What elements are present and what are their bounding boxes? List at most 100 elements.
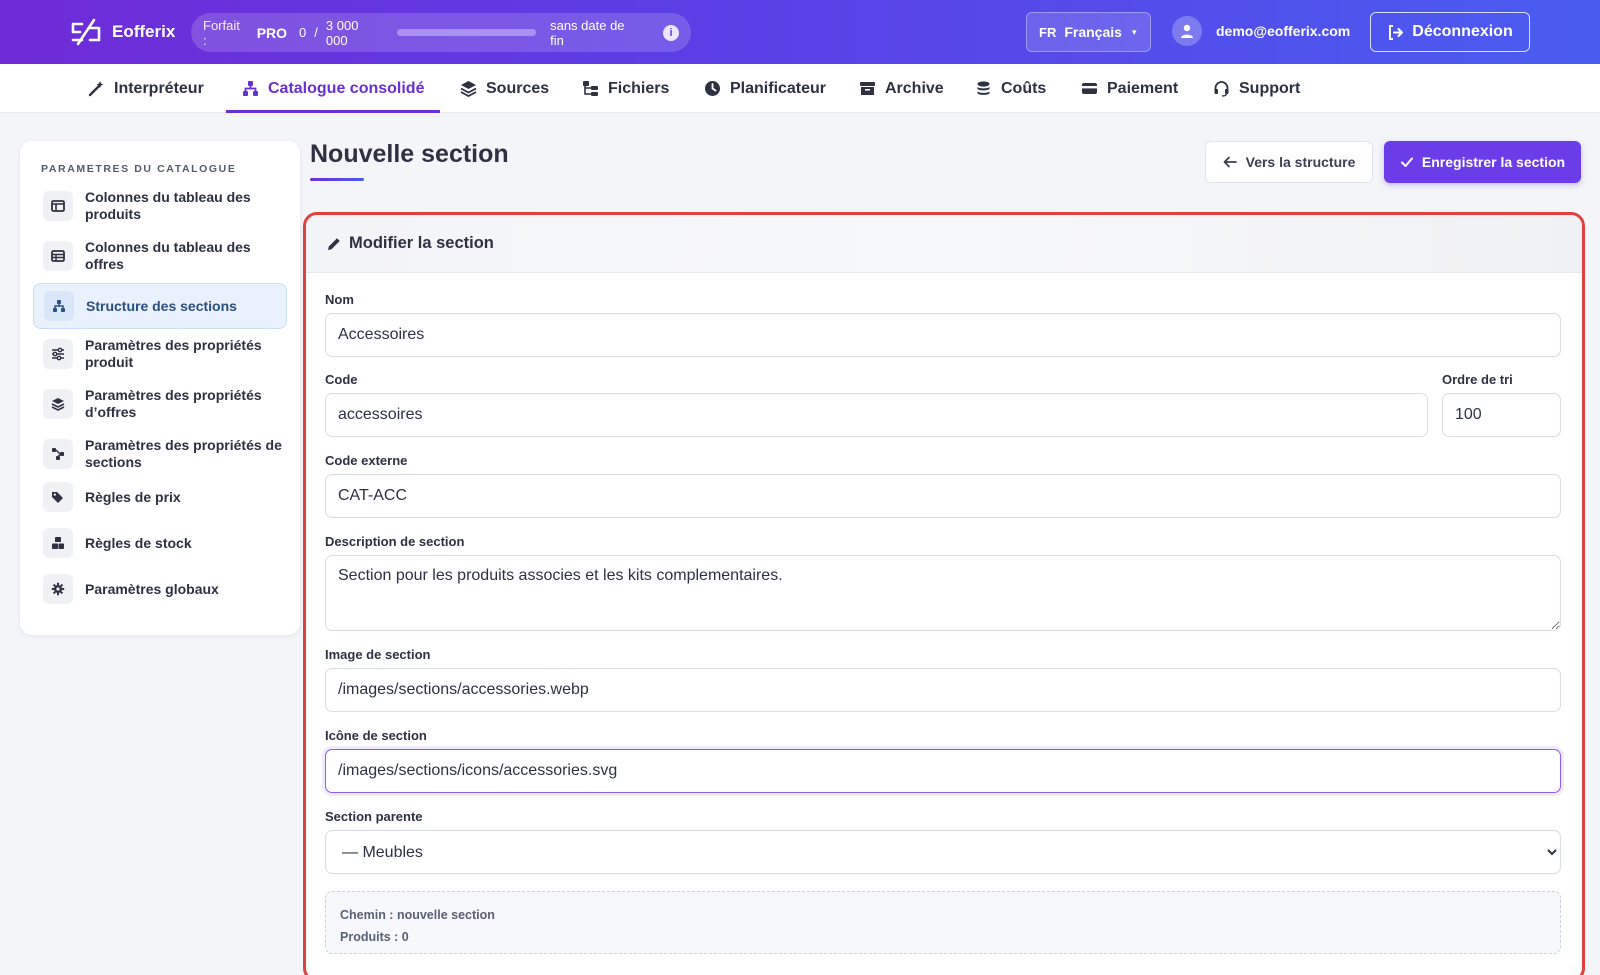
- sitemap-icon: [243, 81, 258, 96]
- sidebar-item-label: Règles de prix: [85, 488, 181, 505]
- check-icon: [1400, 157, 1413, 167]
- plan-label: Forfait :: [203, 17, 240, 48]
- sidebar-item-price-rules[interactable]: Règles de prix: [33, 474, 287, 520]
- plan-limit: 3 000 000: [325, 17, 359, 48]
- plan-usage: Forfait : PRO 0 / 3 000 000 sans date de…: [191, 13, 691, 52]
- sidebar-item-offer-properties[interactable]: Paramètres des propriétés d’offres: [33, 381, 287, 427]
- save-section-button[interactable]: Enregistrer la section: [1384, 141, 1581, 183]
- back-to-structure-button[interactable]: Vers la structure: [1205, 141, 1373, 183]
- image-input[interactable]: [325, 668, 1561, 712]
- nav-item-support[interactable]: Support: [1213, 64, 1300, 113]
- main-nav: Interpréteur Catalogue consolidé Sources…: [0, 64, 1600, 113]
- chevron-down-icon: ▾: [1131, 26, 1137, 37]
- section-path: Chemin : nouvelle section: [340, 908, 495, 922]
- logo-icon: [71, 18, 101, 46]
- sidebar-item-label: Règles de stock: [85, 534, 192, 551]
- sitemap-icon: [44, 291, 74, 321]
- language-code: FR: [1039, 24, 1057, 40]
- nav-item-label: Archive: [885, 79, 944, 97]
- sidebar-item-global-settings[interactable]: Paramètres globaux: [33, 566, 287, 612]
- parent-section-select[interactable]: — Meubles: [325, 830, 1561, 874]
- nav-item-sources[interactable]: Sources: [460, 64, 549, 113]
- plan-tier: PRO: [256, 24, 288, 41]
- description-textarea[interactable]: Section pour les produits associes et le…: [325, 555, 1561, 631]
- nav-item-label: Planificateur: [730, 79, 827, 97]
- logout-label: Déconnexion: [1412, 23, 1513, 40]
- boxes-icon: [43, 528, 73, 558]
- archive-icon: [860, 82, 875, 95]
- nav-item-planificateur[interactable]: Planificateur: [704, 64, 826, 113]
- coins-icon: [977, 81, 990, 95]
- name-label: Nom: [325, 292, 354, 307]
- diagram-icon: [43, 439, 73, 469]
- language-name: Français: [1064, 24, 1122, 40]
- layers-icon: [43, 389, 73, 419]
- plan-separator: /: [314, 25, 318, 40]
- section-path-info: Chemin : nouvelle section Produits : 0: [325, 891, 1561, 954]
- plan-expiry: sans date de fin: [550, 17, 625, 48]
- code-label: Code: [325, 372, 358, 387]
- sidebar-item-product-properties[interactable]: Paramètres des propriétés produit: [33, 331, 287, 377]
- headset-icon: [1214, 81, 1229, 97]
- name-input[interactable]: [325, 313, 1561, 357]
- page-title: Nouvelle section: [310, 140, 509, 168]
- language-selector[interactable]: FR Français ▾: [1026, 12, 1151, 52]
- sidebar-item-product-columns[interactable]: Colonnes du tableau des produits: [33, 183, 287, 229]
- pencil-icon: [328, 237, 340, 250]
- sidebar-item-label: Paramètres des propriétés de sections: [85, 437, 282, 470]
- nav-item-catalogue[interactable]: Catalogue consolidé: [225, 64, 441, 113]
- sidebar-item-stock-rules[interactable]: Règles de stock: [33, 520, 287, 566]
- nav-item-label: Catalogue consolidé: [268, 79, 425, 97]
- user-email: demo@eofferix.com: [1216, 23, 1351, 39]
- nav-item-label: Coûts: [1001, 79, 1047, 97]
- title-underline: [310, 178, 364, 181]
- card-header: Modifier la section: [306, 215, 1582, 273]
- external-code-input[interactable]: [325, 474, 1561, 518]
- external-code-label: Code externe: [325, 453, 408, 468]
- top-bar: Eofferix Forfait : PRO 0 / 3 000 000 san…: [0, 0, 1600, 64]
- code-input[interactable]: [325, 393, 1428, 437]
- sidebar-item-label: Structure des sections: [86, 297, 237, 314]
- section-product-count: Produits : 0: [340, 930, 409, 944]
- app-logo[interactable]: Eofferix: [70, 18, 175, 46]
- sort-order-input[interactable]: [1442, 393, 1561, 437]
- user-icon: [1172, 16, 1202, 46]
- sidebar-heading: PARAMETRES DU CATALOGUE: [41, 163, 237, 175]
- card-title: Modifier la section: [349, 234, 494, 252]
- wand-icon: [88, 81, 104, 97]
- folder-tree-icon: [583, 81, 598, 96]
- table-icon: [43, 241, 73, 271]
- plan-progress-bar: [397, 29, 537, 36]
- nav-item-label: Fichiers: [608, 79, 670, 97]
- arrow-left-icon: [1223, 156, 1237, 168]
- nav-item-archive[interactable]: Archive: [859, 64, 944, 113]
- sidebar-item-section-structure[interactable]: Structure des sections: [33, 283, 287, 329]
- nav-item-label: Interpréteur: [114, 79, 204, 97]
- sidebar-item-label: Paramètres des propriétés d’offres: [85, 387, 262, 420]
- logout-button[interactable]: Déconnexion: [1370, 12, 1530, 52]
- sidebar-item-offer-columns[interactable]: Colonnes du tableau des offres: [33, 233, 287, 279]
- sidebar-item-label: Colonnes du tableau des produits: [85, 189, 251, 222]
- nav-item-paiement[interactable]: Paiement: [1081, 64, 1178, 113]
- edit-section-card: Modifier la section Nom Code Ordre de tr…: [303, 212, 1585, 975]
- gear-icon: [43, 574, 73, 604]
- parent-section-label: Section parente: [325, 809, 423, 824]
- layers-icon: [460, 81, 477, 97]
- sidebar-item-label: Paramètres des propriétés produit: [85, 337, 262, 370]
- nav-item-label: Support: [1239, 79, 1301, 97]
- user-menu[interactable]: demo@eofferix.com: [1172, 16, 1350, 46]
- back-button-label: Vers la structure: [1245, 154, 1356, 170]
- nav-item-couts[interactable]: Coûts: [975, 64, 1046, 113]
- sidebar-item-section-properties[interactable]: Paramètres des propriétés de sections: [33, 431, 287, 477]
- info-icon[interactable]: i: [663, 24, 679, 41]
- nav-item-interpreteur[interactable]: Interpréteur: [88, 64, 204, 113]
- icon-input[interactable]: [325, 749, 1561, 793]
- save-button-label: Enregistrer la section: [1421, 154, 1566, 170]
- nav-item-label: Paiement: [1107, 79, 1179, 97]
- app-name: Eofferix: [112, 22, 176, 41]
- logout-icon: [1389, 24, 1404, 40]
- catalog-settings-sidebar: PARAMETRES DU CATALOGUE Colonnes du tabl…: [20, 141, 300, 635]
- nav-item-fichiers[interactable]: Fichiers: [582, 64, 669, 113]
- nav-item-label: Sources: [486, 79, 550, 97]
- sort-order-label: Ordre de tri: [1442, 372, 1513, 387]
